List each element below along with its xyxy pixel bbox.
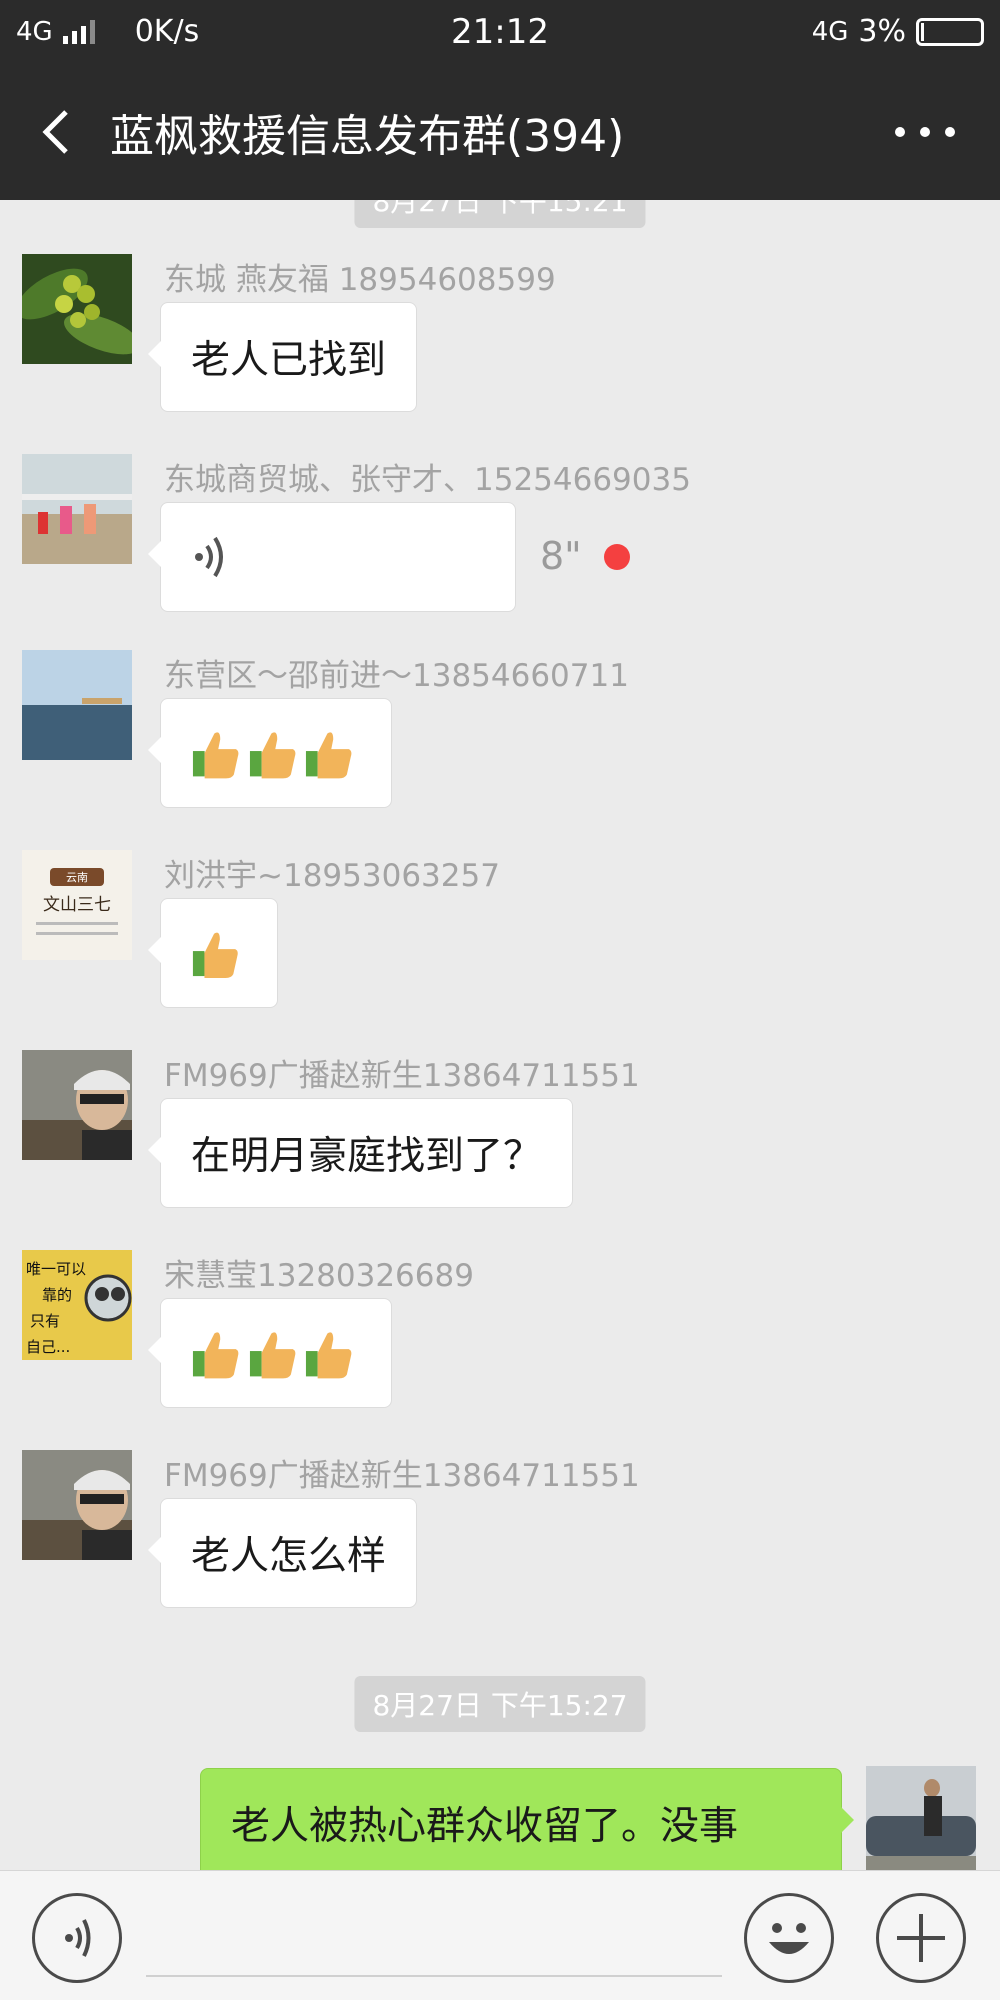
avatar-text: 只有 bbox=[30, 1312, 60, 1330]
message-bubble[interactable]: 老人怎么样 bbox=[147, 1498, 418, 1608]
add-button[interactable] bbox=[876, 1893, 966, 1983]
sender-name: FM969广播赵新生13864711551 bbox=[164, 1458, 640, 1494]
avatar[interactable] bbox=[22, 454, 132, 564]
sender-name: 东城商贸城、张守才、15254669035 bbox=[164, 462, 691, 498]
avatar-text: 文山三七 bbox=[43, 895, 111, 915]
network-type-right: 4G bbox=[811, 16, 849, 47]
avatar-text: 靠的 bbox=[42, 1286, 72, 1304]
my-avatar[interactable] bbox=[866, 1766, 976, 1870]
emoji-button[interactable] bbox=[744, 1893, 834, 1983]
voice-duration: 8" bbox=[540, 534, 582, 578]
emoji-message-bubble[interactable] bbox=[148, 698, 392, 808]
back-button[interactable] bbox=[32, 104, 88, 160]
chat-header: 蓝枫救援信息发布群(394) bbox=[0, 64, 1000, 200]
avatar[interactable]: 云南 文山三七 bbox=[22, 850, 132, 960]
emoji-icon bbox=[769, 1923, 809, 1954]
sender-name: FM969广播赵新生13864711551 bbox=[164, 1058, 640, 1094]
avatar[interactable] bbox=[22, 1050, 132, 1160]
chevron-left-icon bbox=[42, 110, 68, 154]
voice-input-button[interactable] bbox=[32, 1893, 122, 1983]
sender-name: 东城 燕友福 18954608599 bbox=[164, 262, 556, 298]
message-bubble[interactable]: 老人已找到 bbox=[147, 302, 418, 412]
status-bar: 4G 0K/s 21:12 4G 3% bbox=[0, 0, 1000, 64]
more-dots-icon bbox=[895, 127, 955, 137]
time-divider: 8月27日 下午15:27 bbox=[354, 1676, 646, 1732]
voice-message-bubble[interactable] bbox=[148, 502, 516, 612]
input-bar bbox=[0, 1870, 1000, 2000]
battery-percent: 3% bbox=[858, 14, 906, 49]
emoji-message-bubble[interactable] bbox=[148, 1298, 392, 1408]
emoji-message-bubble[interactable] bbox=[148, 898, 278, 1008]
message-input[interactable] bbox=[146, 1975, 722, 1977]
battery-icon bbox=[916, 17, 984, 46]
message-bubble[interactable]: 在明月豪庭找到了？ bbox=[147, 1098, 574, 1208]
unread-dot bbox=[604, 544, 630, 570]
avatar-text: 云南 bbox=[66, 871, 88, 884]
sent-message-bubble[interactable]: 老人被热心群众收留了。没事 bbox=[200, 1768, 854, 1870]
thumbs-up-icon bbox=[306, 1332, 352, 1379]
more-button[interactable] bbox=[890, 104, 960, 160]
avatar[interactable] bbox=[22, 254, 132, 364]
time-divider-partial: 8月27日 下午15:21 bbox=[354, 200, 646, 228]
thumbs-up-icon bbox=[306, 732, 352, 779]
sender-name: 刘洪宇~18953063257 bbox=[164, 858, 500, 894]
voice-wave-icon bbox=[195, 536, 223, 578]
avatar[interactable] bbox=[22, 650, 132, 760]
plus-icon bbox=[897, 1914, 945, 1962]
avatar-text: 自己... bbox=[26, 1338, 70, 1356]
sender-name: 宋慧莹13280326689 bbox=[164, 1258, 474, 1294]
thumbs-up-icon bbox=[249, 732, 296, 779]
group-title: 蓝枫救援信息发布群(394) bbox=[110, 111, 625, 162]
avatar-text: 唯一可以 bbox=[26, 1260, 86, 1278]
sender-name: 东营区～邵前进～13854660711 bbox=[164, 658, 629, 694]
thumbs-up-icon bbox=[192, 732, 239, 779]
chat-area[interactable]: 8月27日 下午15:21 东城 燕友福 18954608599 老人已找到 东… bbox=[0, 200, 1000, 1870]
status-right: 4G 3% bbox=[812, 14, 984, 49]
thumbs-up-icon bbox=[249, 1332, 296, 1379]
voice-wave-icon bbox=[65, 1919, 91, 1957]
avatar[interactable]: 唯一可以 靠的 只有 自己... bbox=[22, 1250, 132, 1360]
avatar[interactable] bbox=[22, 1450, 132, 1560]
thumbs-up-icon bbox=[192, 932, 238, 978]
thumbs-up-icon bbox=[192, 1332, 239, 1379]
